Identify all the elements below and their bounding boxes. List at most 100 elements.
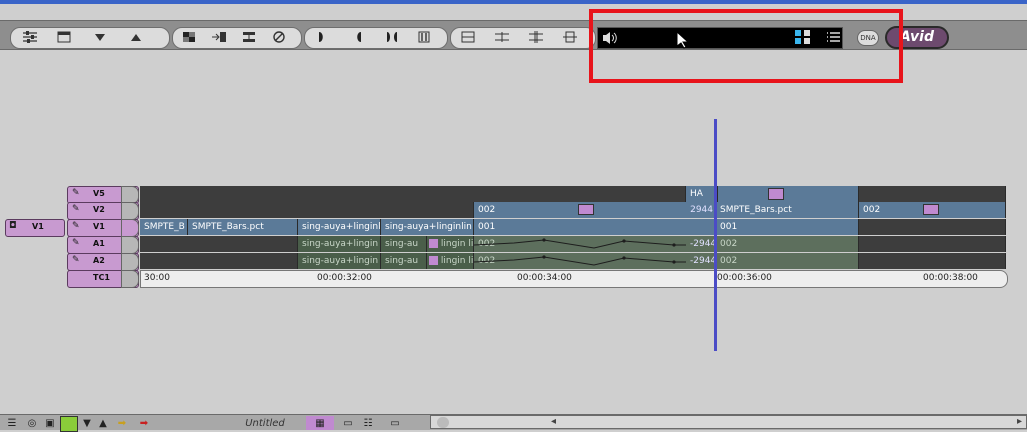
timeline-clip[interactable]: 002 (716, 253, 859, 269)
pencil-icon[interactable]: ✎ (72, 255, 80, 265)
timeline-clip[interactable]: SMPTE_B (140, 219, 188, 235)
pencil-icon[interactable]: ✎ (72, 221, 80, 231)
timeline-clip[interactable] (718, 186, 859, 202)
window-top-border (0, 0, 1027, 4)
timecode-label: 30:00 (144, 273, 170, 283)
effect-icon (768, 187, 784, 200)
null-icon[interactable] (266, 28, 292, 46)
timeline-clip[interactable]: sing-auya+lingin (298, 236, 381, 252)
timeline-clip[interactable]: 002 (474, 202, 712, 218)
toolbar-group-2 (172, 27, 302, 49)
toolbar-group-1 (10, 27, 170, 49)
segment-red-icon[interactable]: ➡ (134, 416, 154, 430)
timeline-clip[interactable]: lingin lin (427, 236, 474, 252)
toolbar-group-3 (304, 27, 448, 49)
timeline-clip[interactable]: 002 (716, 236, 859, 252)
track-header-tc1[interactable]: TC1 (67, 270, 139, 288)
timeline-filler (140, 202, 474, 218)
settings-sliders-icon[interactable] (17, 28, 43, 46)
timeline-filler (140, 236, 298, 252)
timeline-clip[interactable]: lingin lin (427, 253, 474, 269)
lift-overwrite-icon[interactable] (557, 28, 583, 46)
source-track-v1[interactable]: ◘ V1 (5, 219, 65, 237)
timeline-clip[interactable]: 2944 (686, 202, 716, 218)
menu-icon[interactable]: ☰ (4, 416, 20, 430)
timeline-filler (140, 186, 686, 202)
timeline-clip[interactable]: -2944 (686, 236, 716, 252)
position-indicator[interactable] (714, 119, 717, 351)
timeline-scrollbar[interactable]: ◂ ▸ (430, 415, 1027, 429)
mark-out-icon[interactable] (345, 28, 371, 46)
track-header-a1[interactable]: ✎ A1 (67, 236, 139, 254)
timeline-clip[interactable]: sing-auya+lingin (298, 253, 381, 269)
mark-in-icon[interactable] (309, 28, 335, 46)
lift-icon[interactable] (236, 28, 262, 46)
timeline-filler (859, 186, 1006, 202)
zoom-slider-handle[interactable] (437, 417, 449, 428)
window-icon[interactable] (51, 28, 77, 46)
track-row-a2: sing-auya+lingin sing-au lingin lin 002 … (140, 253, 1006, 269)
timeline-clip[interactable]: SMPTE_Bars.pct (188, 219, 298, 235)
timeline-clip[interactable]: 001 (716, 219, 859, 235)
overwrite-icon[interactable] (489, 28, 515, 46)
monitor-icon[interactable]: ▣ (42, 416, 58, 430)
timeline-clip[interactable]: sing-auya+linginlin (381, 219, 474, 235)
timeline-clip[interactable]: SMPTE_Bars.pct (716, 202, 859, 218)
timeline-clip[interactable]: 001 (474, 219, 716, 235)
timecode-ruler[interactable]: 30:00 00:00:32:00 00:00:34:00 00:00:36:0… (140, 270, 1008, 288)
timeline-filler (140, 253, 298, 269)
effect-icon (923, 204, 940, 215)
timeline-clip[interactable]: sing-au (381, 236, 427, 252)
timeline-clip[interactable]: sing-au (381, 253, 427, 269)
settings-sliders-icon[interactable]: ☷ (360, 416, 376, 430)
checker-icon[interactable] (176, 28, 202, 46)
square-icon: ◘ (9, 221, 17, 231)
scroll-right-icon[interactable]: ▸ (1017, 416, 1022, 427)
square-icon[interactable] (121, 219, 139, 237)
step-in-icon[interactable] (206, 28, 232, 46)
down-arrow-icon[interactable] (87, 28, 113, 46)
down-arrow-icon[interactable]: ▼ (80, 416, 94, 430)
timeline-clip[interactable]: 002 (859, 202, 1006, 218)
track-header-a2[interactable]: ✎ A2 (67, 253, 139, 271)
track-header-v2[interactable]: ✎ V2 (67, 202, 139, 220)
pencil-icon[interactable]: ✎ (72, 188, 80, 198)
track-row-a1: sing-auya+lingin sing-au lingin lin 002 … (140, 236, 1006, 252)
highlight-box (589, 9, 903, 83)
up-arrow-icon[interactable]: ▲ (96, 416, 110, 430)
effect-icon (429, 239, 438, 248)
track-row-v1: SMPTE_B SMPTE_Bars.pct sing-auya+linginl… (140, 219, 1006, 235)
track-row-v5: HA (140, 186, 1006, 202)
timeline-clip[interactable]: 002 (474, 236, 716, 252)
timeline-clip[interactable]: sing-auya+linginl (298, 219, 381, 235)
timecode-label: 00:00:32:00 (317, 273, 372, 283)
pencil-icon[interactable]: ✎ (72, 204, 80, 214)
track-header-v1[interactable]: ✎ V1 (67, 219, 139, 237)
timecode-label: 00:00:38:00 (923, 273, 978, 283)
timeline-clip[interactable]: -2944 (686, 253, 716, 269)
timeline-clip[interactable]: 002 (474, 253, 716, 269)
pencil-icon[interactable]: ✎ (72, 238, 80, 248)
target-icon[interactable]: ◎ (24, 416, 40, 430)
toolbar-group-4 (450, 27, 596, 49)
extract-icon[interactable] (523, 28, 549, 46)
timecode-label: 00:00:36:00 (717, 273, 772, 283)
up-arrow-icon[interactable] (123, 28, 149, 46)
audio-keyframe-line (474, 255, 715, 266)
timeline-filler (859, 236, 1006, 252)
zoom-icon[interactable]: ▭ (386, 416, 404, 430)
scroll-left-icon[interactable]: ◂ (551, 416, 556, 427)
splice-icon[interactable] (455, 28, 481, 46)
effect-icon (578, 204, 595, 215)
window-icon[interactable]: ▭ (340, 416, 356, 430)
mark-clip-icon[interactable] (379, 28, 405, 46)
timeline-filler (859, 219, 1006, 235)
track-toggle-icon[interactable]: ▦ (306, 416, 334, 430)
segment-yellow-icon[interactable]: ➡ (112, 416, 132, 430)
timecode-label: 00:00:34:00 (517, 273, 572, 283)
timeline-filler (859, 253, 1006, 269)
sequence-title: Untitled (245, 417, 285, 429)
effect-icon (429, 256, 438, 265)
audio-keyframe-line (474, 238, 715, 249)
pause-icon[interactable] (411, 28, 437, 46)
